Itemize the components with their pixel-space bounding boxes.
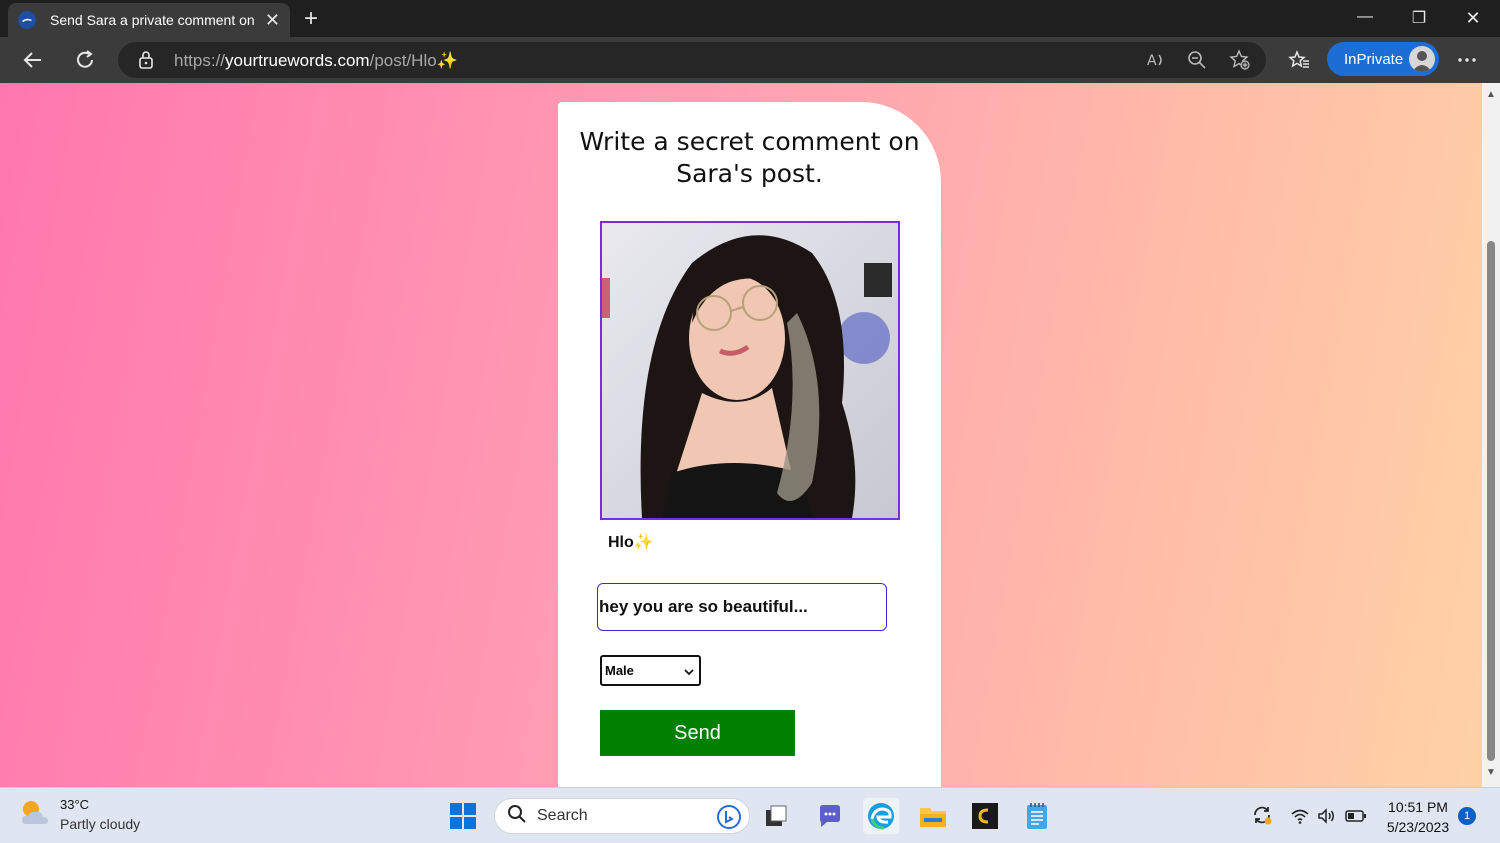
inprivate-label: InPrivate [1344,50,1404,68]
task-view-icon[interactable] [758,798,794,834]
send-button[interactable]: Send [600,710,795,756]
weather-widget[interactable]: 33°C Partly cloudy [18,796,140,834]
weather-desc: Partly cloudy [60,816,141,832]
taskbar: 33°C Partly cloudy Search 10:51 PM 5/23/… [0,787,1500,843]
post-caption: Hlo✨ [608,534,654,551]
favorites-icon[interactable] [1287,48,1311,72]
back-icon[interactable] [21,48,45,72]
clock-date: 5/23/2023 [1386,819,1450,835]
notification-badge[interactable]: 1 [1458,807,1476,825]
bing-icon[interactable] [717,805,741,834]
browser-toolbar: https://yourtruewords.com/post/Hlo✨ A In… [0,37,1500,83]
read-aloud-icon[interactable]: A [1144,48,1168,72]
close-window-icon[interactable]: ✕ [1458,8,1488,29]
post-photo [600,221,900,520]
clock-time: 10:51 PM [1388,799,1448,815]
svg-text:A: A [1147,53,1157,69]
search-icon [507,804,527,829]
chevron-down-icon [683,665,695,680]
tab-title: Send Sara a private comment on [50,12,255,28]
browser-tab[interactable]: Send Sara a private comment on ✕ [8,3,290,37]
teams-chat-icon[interactable] [812,798,848,834]
partly-cloudy-icon [18,796,52,830]
minimize-icon[interactable]: — [1350,8,1380,26]
address-bar[interactable]: https://yourtruewords.com/post/Hlo✨ A [118,42,1266,78]
page-title: Write a secret comment on Sara's post. [579,127,920,188]
url-text[interactable]: https://yourtruewords.com/post/Hlo✨ [174,51,458,71]
gender-select-value: Male [605,663,634,678]
more-options-icon[interactable] [1455,48,1479,72]
tab-bar: Send Sara a private comment on ✕ + — ❐ ✕ [0,0,1500,37]
volume-icon[interactable] [1317,806,1337,826]
restore-icon[interactable]: ❐ [1404,8,1434,28]
edge-icon[interactable] [863,798,899,834]
lock-icon[interactable] [138,51,154,74]
start-icon[interactable] [445,798,481,834]
scroll-down-icon[interactable]: ▼ [1486,767,1496,778]
weather-temp: 33°C [60,797,90,812]
taskbar-search[interactable]: Search [494,798,750,834]
add-favorite-icon[interactable] [1228,48,1252,72]
taskbar-clock[interactable]: 10:51 PM 5/23/2023 [1380,797,1456,837]
battery-icon[interactable] [1345,806,1366,826]
gender-select[interactable]: Male [600,655,701,686]
page-viewport: Write a secret comment on Sara's post. H… [0,83,1482,787]
site-favicon-icon [18,11,36,29]
page-scrollbar[interactable]: ▲ ▼ [1482,83,1500,787]
search-placeholder: Search [537,807,588,824]
wifi-icon[interactable] [1290,806,1310,826]
notepad-icon[interactable] [1019,798,1055,834]
comment-input[interactable] [597,583,887,631]
new-tab-icon[interactable]: + [299,5,323,33]
terminal-app-icon[interactable] [967,798,1003,834]
file-explorer-icon[interactable] [915,798,951,834]
zoom-out-icon[interactable] [1185,48,1209,72]
tab-close-icon[interactable]: ✕ [265,11,280,29]
scroll-thumb[interactable] [1487,241,1495,761]
sync-icon[interactable] [1251,804,1272,825]
scroll-up-icon[interactable]: ▲ [1486,89,1496,100]
refresh-icon[interactable] [73,48,97,72]
profile-avatar-icon [1409,46,1435,72]
comment-card: Write a secret comment on Sara's post. H… [558,102,941,787]
inprivate-button[interactable]: InPrivate [1327,42,1439,76]
